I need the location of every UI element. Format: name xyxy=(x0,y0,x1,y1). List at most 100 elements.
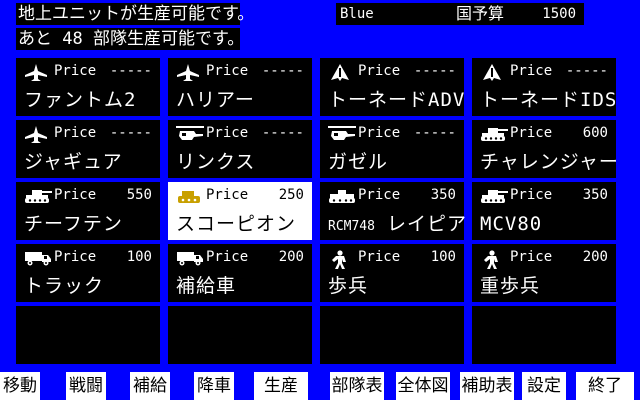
price-value: ----- xyxy=(565,63,608,79)
empty-cell xyxy=(168,306,312,364)
price-value: ----- xyxy=(261,63,304,79)
budget-label: 国予算 xyxy=(456,4,505,23)
price-value: 350 xyxy=(430,187,456,203)
produce-button[interactable]: 生産 xyxy=(254,372,308,400)
price-value: ----- xyxy=(413,125,456,141)
unit-production-grid: Price ----- ファントム2 Price ----- ハリアー Price -----… xyxy=(16,58,619,370)
quit-button[interactable]: 終了 xyxy=(576,372,634,400)
unit-name-text: チャレンジャー xyxy=(480,151,619,173)
unit-name-text: ガゼル xyxy=(328,151,389,173)
price-label: Price xyxy=(54,187,97,203)
command-menu: 移動 戦闘 補給 降車 生産 部隊表 全体図 補助表 設定 終了 xyxy=(0,372,640,400)
unit-name: 重歩兵 xyxy=(480,274,540,298)
light-tank-icon xyxy=(176,188,200,204)
price-label: Price xyxy=(358,249,401,265)
price-value: 600 xyxy=(582,125,608,141)
unit-cell[interactable]: Price ----- リンクス xyxy=(168,120,312,178)
unit-cell[interactable]: Price 200 重歩兵 xyxy=(472,244,616,302)
price-label: Price xyxy=(510,187,553,203)
unit-model-code: RCM748 xyxy=(328,219,375,234)
move-button[interactable]: 移動 xyxy=(0,372,40,400)
unit-name: 歩兵 xyxy=(328,274,368,298)
jet-fighter-icon xyxy=(24,126,48,143)
status-line-1: 地上ユニットが生産可能です。 xyxy=(16,3,254,25)
price-label: Price xyxy=(54,125,97,141)
helicopter-icon xyxy=(176,126,204,142)
unit-cell[interactable]: Price 550 チーフテン xyxy=(16,182,160,240)
unit-name-text: リンクス xyxy=(176,151,256,173)
price-value: ----- xyxy=(109,125,152,141)
price-value: ----- xyxy=(109,63,152,79)
unit-name-text: 重歩兵 xyxy=(480,275,541,297)
price-label: Price xyxy=(54,63,97,79)
tank-icon xyxy=(24,188,52,204)
unit-name-text: チーフテン xyxy=(24,213,123,235)
price-value: 200 xyxy=(582,249,608,265)
unit-name-text: 補給車 xyxy=(176,275,237,297)
unit-name: ガゼル xyxy=(328,150,388,174)
delta-jet-icon xyxy=(328,64,352,81)
unit-name: RCM748 レイピア xyxy=(328,212,467,239)
unit-cell[interactable]: Price 100 トラック xyxy=(16,244,160,302)
unit-name-text: ジャギュア xyxy=(24,151,123,173)
unit-cell[interactable]: Price 200 補給車 xyxy=(168,244,312,302)
unload-button[interactable]: 降車 xyxy=(194,372,234,400)
unit-cell[interactable]: Price ----- ハリアー xyxy=(168,58,312,116)
unit-name: 補給車 xyxy=(176,274,236,298)
price-label: Price xyxy=(510,63,553,79)
unit-cell[interactable]: Price ----- ファントム2 xyxy=(16,58,160,116)
unit-name: ハリアー xyxy=(176,88,255,112)
price-label: Price xyxy=(206,125,249,141)
status-text-2: あと 48 部隊生産可能です。 xyxy=(18,29,245,49)
unit-name: トーネードADV xyxy=(328,88,465,112)
price-value: 200 xyxy=(278,249,304,265)
unit-name: トラック xyxy=(24,274,104,298)
status-text-1: 地上ユニットが生産可能です。 xyxy=(18,4,255,24)
truck-icon xyxy=(176,250,203,266)
aux-table-button[interactable]: 補助表 xyxy=(460,372,514,400)
price-value: ----- xyxy=(261,125,304,141)
unit-cell[interactable]: Price ----- ジャギュア xyxy=(16,120,160,178)
unit-cell[interactable]: Price ----- トーネードADV xyxy=(320,58,464,116)
price-label: Price xyxy=(206,63,249,79)
unit-name-text: レイピア xyxy=(386,213,467,235)
price-label: Price xyxy=(206,187,249,203)
supply-button[interactable]: 補給 xyxy=(130,372,170,400)
unit-cell[interactable]: Price 350 MCV80 xyxy=(472,182,616,240)
unit-cell[interactable]: Price ----- トーネードIDS xyxy=(472,58,616,116)
settings-button[interactable]: 設定 xyxy=(522,372,566,400)
unit-name-text: ハリアー xyxy=(176,89,255,111)
unit-cell[interactable]: Price ----- ガゼル xyxy=(320,120,464,178)
helicopter-icon xyxy=(328,126,356,142)
price-label: Price xyxy=(510,249,553,265)
unit-cell[interactable]: Price 250 スコーピオン xyxy=(168,182,312,240)
tank-icon xyxy=(480,126,508,142)
price-label: Price xyxy=(358,63,401,79)
unit-list-button[interactable]: 部隊表 xyxy=(330,372,384,400)
unit-name-text: MCV80 xyxy=(480,213,543,235)
status-line-2: あと 48 部隊生産可能です。 xyxy=(16,28,244,50)
price-label: Price xyxy=(54,249,97,265)
infantry-icon xyxy=(328,250,352,269)
price-value: 350 xyxy=(582,187,608,203)
unit-name-text: スコーピオン xyxy=(176,213,297,235)
jet-fighter-icon xyxy=(24,64,48,81)
unit-name: ジャギュア xyxy=(24,150,123,174)
price-label: Price xyxy=(358,125,401,141)
side-name: Blue xyxy=(340,6,374,22)
apc-icon xyxy=(328,188,355,204)
overview-map-button[interactable]: 全体図 xyxy=(396,372,450,400)
combat-button[interactable]: 戦闘 xyxy=(66,372,106,400)
unit-name: チャレンジャー xyxy=(480,150,619,174)
unit-cell[interactable]: Price 600 チャレンジャー xyxy=(472,120,619,178)
unit-name-text: トラック xyxy=(24,275,105,297)
unit-cell[interactable]: Price 100 歩兵 xyxy=(320,244,464,302)
unit-name: リンクス xyxy=(176,150,255,174)
price-value: 100 xyxy=(126,249,152,265)
unit-cell[interactable]: Price 350 RCM748 レイピア xyxy=(320,182,467,240)
budget-value: 1500 xyxy=(542,6,576,22)
unit-name: トーネードIDS xyxy=(480,88,617,112)
price-value: ----- xyxy=(413,63,456,79)
unit-name-text: トーネードIDS xyxy=(480,89,618,111)
jet-fighter-icon xyxy=(176,64,200,81)
